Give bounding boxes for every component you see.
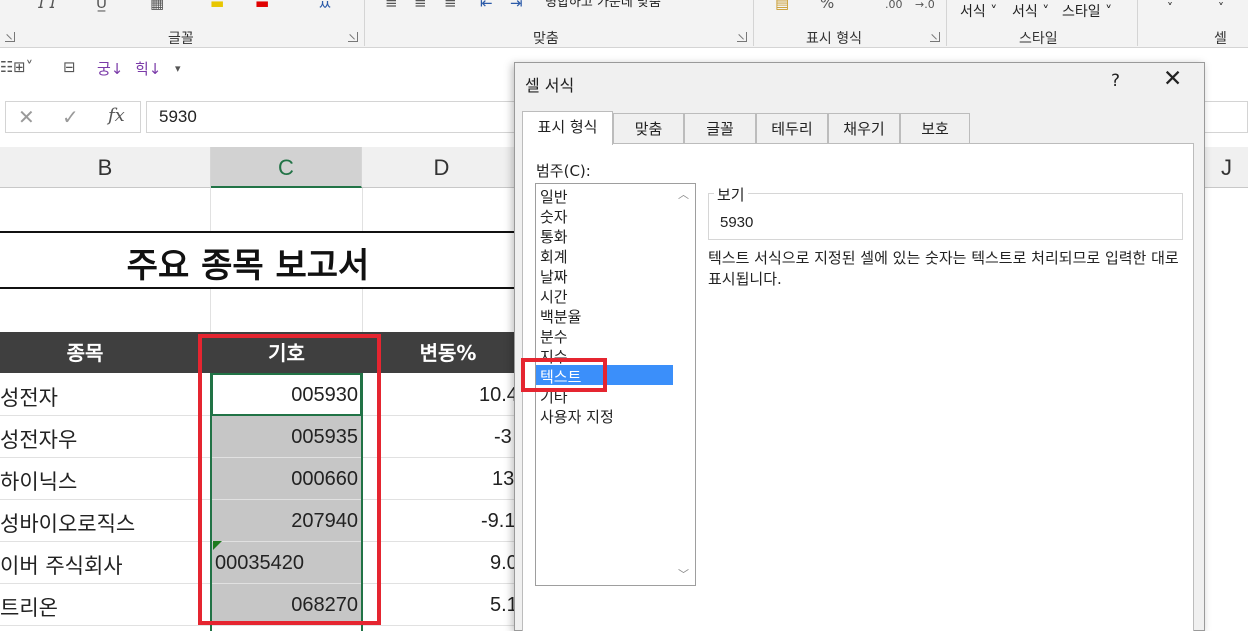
align-right-icon[interactable]: ≡: [444, 0, 457, 12]
scroll-down-icon[interactable]: ﹀: [678, 566, 689, 582]
italic-icon[interactable]: 𝘐 𝘐: [38, 0, 56, 12]
scroll-up-icon[interactable]: ︿: [678, 186, 689, 202]
column-header-d[interactable]: D: [362, 147, 522, 188]
underline-icon[interactable]: U̲: [96, 0, 107, 12]
font-launcher-icon[interactable]: [348, 32, 358, 42]
group-label-font: 글꼴: [168, 31, 194, 47]
customize-toolbar-icon[interactable]: ▾: [175, 62, 181, 75]
header-change[interactable]: 변동%: [362, 337, 534, 366]
group-separator: [946, 0, 947, 46]
category-item[interactable]: 회계: [540, 246, 568, 267]
preview-value: 5930: [720, 214, 754, 231]
cells-dropdown-icon-2[interactable]: ˅: [1218, 1, 1224, 15]
column-header-b[interactable]: B: [0, 147, 211, 188]
currency-icon[interactable]: ▤: [775, 0, 789, 12]
table-format-button[interactable]: 서식 ˅: [1012, 1, 1049, 21]
table-row-change[interactable]: -3: [494, 426, 512, 449]
column-header-c[interactable]: C: [211, 147, 362, 188]
conditional-format-button[interactable]: 서식 ˅: [960, 1, 997, 21]
group-label-styles: 스타일: [1019, 31, 1058, 47]
report-title[interactable]: 주요 종목 보고서: [0, 238, 496, 287]
group-separator: [753, 0, 754, 46]
category-item[interactable]: 숫자: [540, 206, 568, 227]
align-center-icon[interactable]: ≡: [414, 0, 427, 12]
decrease-decimal-icon[interactable]: →.0: [915, 0, 935, 11]
group-label-alignment: 맞춤: [533, 31, 559, 47]
format-painter-icon[interactable]: ☷: [0, 58, 13, 76]
table-icon[interactable]: ⊞˅: [13, 58, 33, 76]
highlight-box-text-category: [521, 358, 607, 392]
category-item[interactable]: 백분율: [540, 306, 581, 327]
category-item[interactable]: 날짜: [540, 266, 568, 287]
table-row-change[interactable]: 10.4: [479, 384, 518, 407]
table-row-change[interactable]: -9.1: [481, 510, 515, 533]
category-item[interactable]: 사용자 지정: [540, 406, 614, 427]
tab-border[interactable]: 테두리: [756, 113, 828, 143]
dialog-title: 셀 서식: [525, 76, 575, 95]
highlight-box-code-column: [198, 334, 381, 625]
number-launcher-icon[interactable]: [930, 32, 940, 42]
cells-dropdown-icon[interactable]: ˅: [1167, 1, 1173, 15]
percent-icon[interactable]: %: [820, 0, 834, 12]
group-separator: [364, 0, 365, 46]
table-row-name[interactable]: 트리온: [0, 592, 58, 622]
category-item[interactable]: 일반: [540, 186, 568, 207]
close-button[interactable]: ✕: [1163, 66, 1182, 92]
tab-font[interactable]: 글꼴: [684, 113, 756, 143]
sort-asc-icon[interactable]: 궁↓: [97, 58, 123, 79]
tab-protection[interactable]: 보호: [900, 113, 970, 143]
fill-color-icon[interactable]: ▬: [210, 0, 224, 12]
cell-style-button[interactable]: 스타일 ˅: [1062, 1, 1112, 21]
column-header-j[interactable]: J: [1205, 147, 1248, 188]
table-row-name[interactable]: 성전자: [0, 382, 58, 412]
tab-alignment[interactable]: 맞춤: [613, 113, 684, 143]
group-label-cells: 셀: [1214, 31, 1227, 47]
quick-access-toolbar: [0, 49, 510, 89]
preview-label: 보기: [714, 184, 748, 205]
increase-indent-icon[interactable]: ⇥: [510, 0, 523, 12]
group-label-number: 표시 형식: [806, 31, 862, 47]
border-icon[interactable]: ▦: [150, 0, 164, 12]
enter-icon[interactable]: ✓: [62, 105, 79, 129]
ribbon: 𝘐 𝘐 U̲ ▦ ▬ ▬ ㅆ ≡ ≡ ≡ ⇤ ⇥ 병합하고 가운데 맞춤 ▤ %…: [0, 0, 1248, 48]
category-item[interactable]: 통화: [540, 226, 568, 247]
header-name[interactable]: 종목: [0, 337, 170, 366]
table-row-name[interactable]: 성바이오로직스: [0, 508, 135, 538]
align-left-icon[interactable]: ≡: [385, 0, 398, 12]
decrease-indent-icon[interactable]: ⇤: [480, 0, 493, 12]
help-button[interactable]: ?: [1111, 71, 1120, 91]
increase-decimal-icon[interactable]: .00: [885, 0, 903, 11]
wrap-icon[interactable]: ⊟: [63, 58, 76, 76]
sort-desc-icon[interactable]: 힉↓: [135, 58, 161, 79]
font-color-icon[interactable]: ▬: [255, 0, 269, 12]
category-item[interactable]: 시간: [540, 286, 568, 307]
group-separator: [1137, 0, 1138, 46]
preview-box: [708, 193, 1183, 240]
launcher-icon[interactable]: [5, 32, 15, 42]
table-row-name[interactable]: 성전자우: [0, 424, 77, 454]
insert-function-icon[interactable]: fx: [108, 105, 125, 126]
cancel-icon[interactable]: ✕: [18, 105, 35, 129]
tab-number[interactable]: 표시 형식: [522, 111, 613, 145]
merge-center-button[interactable]: 병합하고 가운데 맞춤: [545, 0, 661, 10]
category-item[interactable]: 분수: [540, 326, 568, 347]
tab-fill[interactable]: 채우기: [828, 113, 900, 143]
alignment-launcher-icon[interactable]: [737, 32, 747, 42]
phonetic-icon[interactable]: ㅆ: [318, 0, 332, 15]
category-label: 범주(C):: [536, 162, 591, 180]
table-row-change[interactable]: 13: [492, 468, 514, 491]
category-description: 텍스트 서식으로 지정된 셀에 있는 숫자는 텍스트로 처리되므로 입력한 대로…: [708, 249, 1179, 288]
table-row-name[interactable]: 하이닉스: [0, 466, 77, 496]
table-row-name[interactable]: 이버 주식회사: [0, 550, 123, 580]
